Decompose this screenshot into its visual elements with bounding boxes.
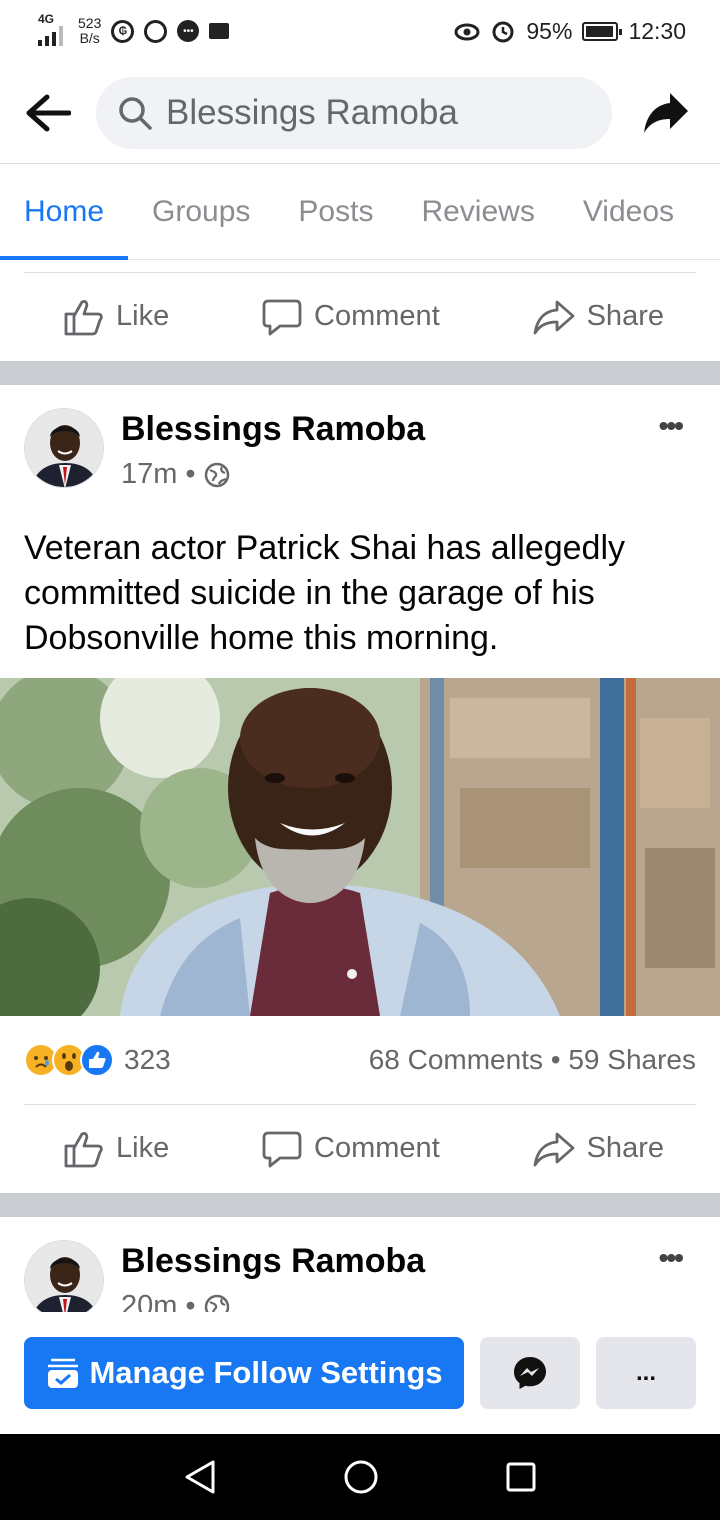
back-button[interactable]: [0, 62, 96, 163]
share-arrow-icon: [533, 1132, 574, 1166]
app-header: Blessings Ramoba: [0, 62, 720, 164]
tab-videos[interactable]: Videos: [559, 164, 698, 259]
search-text: Blessings Ramoba: [166, 92, 458, 132]
post-divider: [0, 361, 720, 385]
comment-label: Comment: [314, 1132, 440, 1164]
thumbs-up-icon: [64, 299, 103, 335]
post-author[interactable]: Blessings Ramoba: [121, 1242, 425, 1281]
battery-percent: 95%: [526, 17, 573, 44]
follow-settings-icon: [48, 1358, 79, 1388]
clock: 12:30: [628, 17, 686, 44]
post-time[interactable]: 17m: [121, 458, 177, 491]
messenger-button[interactable]: [480, 1337, 580, 1409]
eye-comfort-icon: [454, 23, 480, 41]
stats-separator: •: [550, 1044, 561, 1075]
meta-separator: •: [185, 458, 196, 490]
data-saver-icon: ₲: [111, 19, 135, 43]
post-divider: [0, 1193, 720, 1217]
post-more-button[interactable]: •••: [659, 410, 684, 442]
share-button[interactable]: Share: [533, 1130, 664, 1168]
author-photo: [25, 409, 103, 487]
share-arrow-icon: [533, 300, 574, 334]
tab-posts[interactable]: Posts: [274, 164, 397, 259]
share-page-button[interactable]: [612, 62, 720, 163]
post-author[interactable]: Blessings Ramoba: [121, 410, 425, 449]
globe-icon: [204, 462, 229, 487]
reaction-count: 323: [124, 1044, 171, 1075]
network-indicator: 4G: [38, 13, 68, 49]
thumbs-up-icon: [64, 1131, 103, 1167]
manage-follow-settings-button[interactable]: Manage Follow Settings: [24, 1337, 464, 1409]
status-bar: 4G 523 B/s ₲ ••• 95% 12:30: [0, 0, 720, 62]
nav-home-icon[interactable]: [343, 1459, 379, 1495]
more-options-label: ...: [635, 1359, 656, 1386]
patrick-shai-photo: [0, 678, 720, 1016]
more-options-button[interactable]: ...: [596, 1337, 696, 1409]
back-arrow-icon: [26, 94, 71, 131]
battery-icon: [582, 21, 623, 41]
comment-icon: [262, 1131, 302, 1167]
messenger-icon: [514, 1357, 546, 1389]
engagement-stats: 68 Comments • 59 Shares: [369, 1044, 696, 1076]
comment-label: Comment: [314, 300, 440, 332]
post-meta: 17m •: [121, 458, 230, 491]
signal-icon: [38, 26, 63, 46]
share-icon: [644, 92, 688, 133]
tab-groups[interactable]: Groups: [128, 164, 274, 259]
search-icon: [119, 96, 152, 130]
like-label: Like: [116, 300, 170, 332]
post-text: Veteran actor Patrick Shai has allegedly…: [24, 529, 626, 657]
network-speed: 523 B/s: [78, 15, 102, 46]
previous-post-actions: Like Comment Share: [24, 272, 696, 360]
share-count[interactable]: 59 Shares: [568, 1044, 696, 1075]
avatar[interactable]: [24, 1240, 104, 1320]
system-nav-bar: [0, 1434, 720, 1520]
tab-home[interactable]: Home: [0, 164, 129, 260]
comment-button[interactable]: Comment: [262, 1130, 440, 1168]
comment-button[interactable]: Comment: [262, 298, 440, 336]
like-reaction-icon: [80, 1043, 114, 1077]
post-more-button[interactable]: •••: [659, 1242, 684, 1274]
post-image[interactable]: [0, 678, 720, 1016]
tab-reviews[interactable]: Reviews: [397, 164, 558, 259]
author-photo: [25, 1241, 103, 1319]
page-tabs: Home Groups Posts Reviews Videos: [0, 164, 720, 260]
comment-count[interactable]: 68 Comments: [369, 1044, 543, 1075]
chat-bubble-icon: •••: [177, 20, 200, 42]
message-icon: [209, 23, 230, 39]
comment-icon: [262, 299, 302, 335]
manage-follow-label: Manage Follow Settings: [89, 1355, 443, 1390]
nav-recents-icon[interactable]: [505, 1461, 537, 1493]
follow-bar: Manage Follow Settings ...: [0, 1312, 720, 1434]
post-actions: Like Comment Share: [24, 1104, 696, 1192]
opera-icon: [144, 19, 168, 43]
share-button[interactable]: Share: [533, 298, 664, 336]
reaction-summary[interactable]: 323 68 Comments • 59 Shares: [24, 1036, 696, 1084]
alarm-icon: [492, 21, 514, 43]
battery-level: [586, 25, 614, 37]
search-input[interactable]: Blessings Ramoba: [96, 76, 612, 149]
like-label: Like: [116, 1132, 170, 1164]
share-label: Share: [586, 1132, 664, 1164]
nav-back-icon[interactable]: [183, 1459, 217, 1495]
like-button[interactable]: Like: [64, 1130, 169, 1168]
like-button[interactable]: Like: [64, 298, 169, 336]
share-label: Share: [586, 300, 664, 332]
avatar[interactable]: [24, 408, 104, 488]
